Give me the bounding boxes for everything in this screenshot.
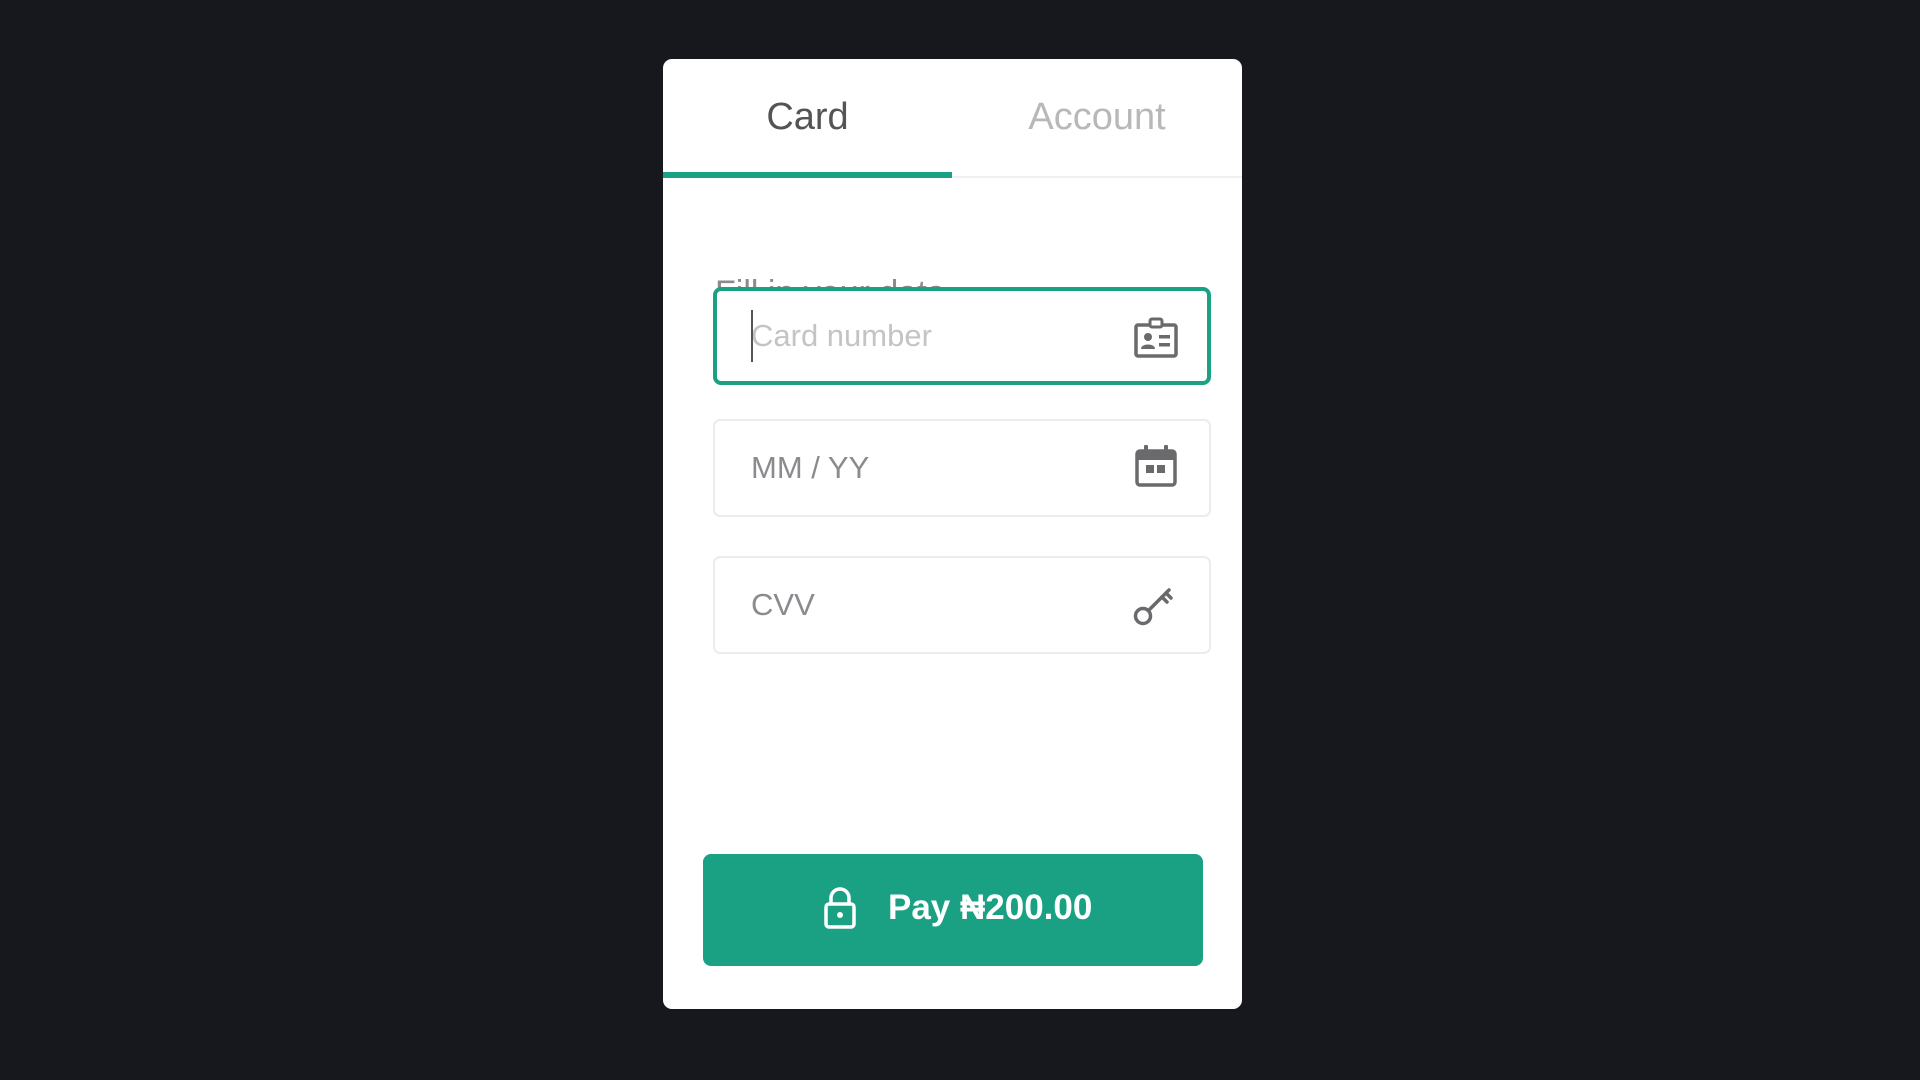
expiry-input[interactable] xyxy=(751,421,1111,515)
tab-card[interactable]: Card xyxy=(663,59,952,178)
lock-icon xyxy=(823,886,857,930)
active-tab-indicator xyxy=(663,172,952,178)
pay-button[interactable]: Pay ₦200.00 xyxy=(703,854,1203,966)
tab-account[interactable]: Account xyxy=(952,59,1242,178)
cvv-field[interactable] xyxy=(713,556,1211,654)
cvv-input[interactable] xyxy=(751,558,1111,652)
payment-method-tabs: Card Account xyxy=(663,59,1242,178)
payment-modal: Card Account Fill in your data xyxy=(663,59,1242,1009)
pay-button-content: Pay ₦200.00 xyxy=(703,854,1203,966)
card-number-input[interactable] xyxy=(751,291,1111,381)
pay-button-label: Pay ₦200.00 xyxy=(888,888,1093,927)
text-caret xyxy=(751,310,753,362)
card-number-field[interactable] xyxy=(713,287,1211,385)
calendar-icon xyxy=(1133,443,1179,489)
expiry-field[interactable] xyxy=(713,419,1211,517)
key-icon xyxy=(1131,582,1177,628)
id-card-icon xyxy=(1133,315,1179,361)
